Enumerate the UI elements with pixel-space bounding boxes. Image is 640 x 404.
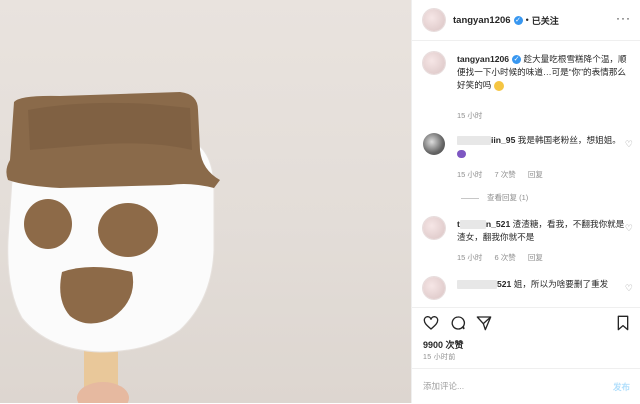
author-avatar[interactable] xyxy=(423,52,445,74)
like-comment-icon[interactable]: ♡ xyxy=(625,139,633,150)
commenter-avatar[interactable] xyxy=(423,133,445,155)
commenter-avatar[interactable] xyxy=(423,277,445,299)
comment-text: 姐，所以为啥要删了重发 xyxy=(513,279,609,289)
comment-time: 15 小时 xyxy=(457,253,483,262)
comment-input[interactable] xyxy=(423,378,593,394)
post-comment-button[interactable]: 发布 xyxy=(613,381,630,393)
caption: tangyan1206 ✓ 趁大量吃根雪糕降个温，顺便找一下小时候的味道…可是“你… xyxy=(423,52,635,122)
redacted-username xyxy=(457,280,497,290)
more-options-icon[interactable]: ··· xyxy=(616,11,631,25)
reply-button[interactable]: 回复 xyxy=(528,253,543,262)
verified-icon: ✓ xyxy=(512,55,522,65)
comment-item: iin_95 我是韩国老粉丝，想姐姐。 ♡ 15 小时 7 次赞 回复 查看回复… xyxy=(423,133,635,205)
bookmark-icon[interactable] xyxy=(615,315,631,331)
post-detail-panel: tangyan1206 ✓ • 已关注 ··· tangyan1206 ✓ 趁大量… xyxy=(411,0,640,403)
post-timestamp: 15 小时前 xyxy=(423,354,456,361)
redacted-username xyxy=(457,136,491,146)
reply-button[interactable]: 回复 xyxy=(528,170,543,179)
heart-icon[interactable] xyxy=(423,315,439,331)
redacted-username xyxy=(459,220,486,230)
popsicle-illustration xyxy=(6,92,221,403)
grin-emoji-icon xyxy=(493,80,504,91)
comment-time: 15 小时 xyxy=(457,170,483,179)
action-bar xyxy=(412,307,640,338)
commenter-avatar[interactable] xyxy=(423,217,445,239)
comment-item: t n_521 渣渣糖，看我，不翻我你就是渣女，翻我你就不是 ♡ 15 小时 6 … xyxy=(423,217,635,277)
author-username[interactable]: tangyan1206 xyxy=(453,15,511,26)
comment-username[interactable]: n_521 xyxy=(486,219,510,229)
comment-likes[interactable]: 6 次赞 xyxy=(495,253,516,262)
caption-time: 15 小时 xyxy=(457,111,483,120)
like-comment-icon[interactable]: ♡ xyxy=(625,223,633,234)
view-replies-button[interactable]: 查看回复 (1) xyxy=(461,192,528,203)
following-button[interactable]: 已关注 xyxy=(532,14,559,27)
comment-text: 我是韩国老粉丝，想姐姐。 xyxy=(517,135,621,145)
post-header: tangyan1206 ✓ • 已关注 ··· xyxy=(412,0,640,41)
comments-list[interactable]: tangyan1206 ✓ 趁大量吃根雪糕降个温，顺便找一下小时候的味道…可是“你… xyxy=(412,41,640,307)
comment-item: 521 姐，所以为啥要删了重发 ♡ xyxy=(423,277,635,307)
purple-heart-icon xyxy=(457,149,466,158)
like-count[interactable]: 9900 次赞 xyxy=(423,338,464,351)
left-eye xyxy=(24,199,72,249)
post-photo[interactable] xyxy=(0,0,411,403)
author-avatar[interactable] xyxy=(423,9,445,31)
comment-icon[interactable] xyxy=(450,315,466,331)
caption-username[interactable]: tangyan1206 xyxy=(457,54,509,64)
separator-dot: • xyxy=(525,15,529,25)
verified-icon: ✓ xyxy=(513,15,523,25)
right-eye xyxy=(98,203,158,257)
share-icon[interactable] xyxy=(476,315,492,331)
comment-username[interactable]: iin_95 xyxy=(491,135,515,145)
comment-username[interactable]: 521 xyxy=(497,279,511,289)
comment-likes[interactable]: 7 次赞 xyxy=(495,170,516,179)
add-comment-bar: 发布 xyxy=(412,368,640,404)
like-comment-icon[interactable]: ♡ xyxy=(625,283,633,294)
